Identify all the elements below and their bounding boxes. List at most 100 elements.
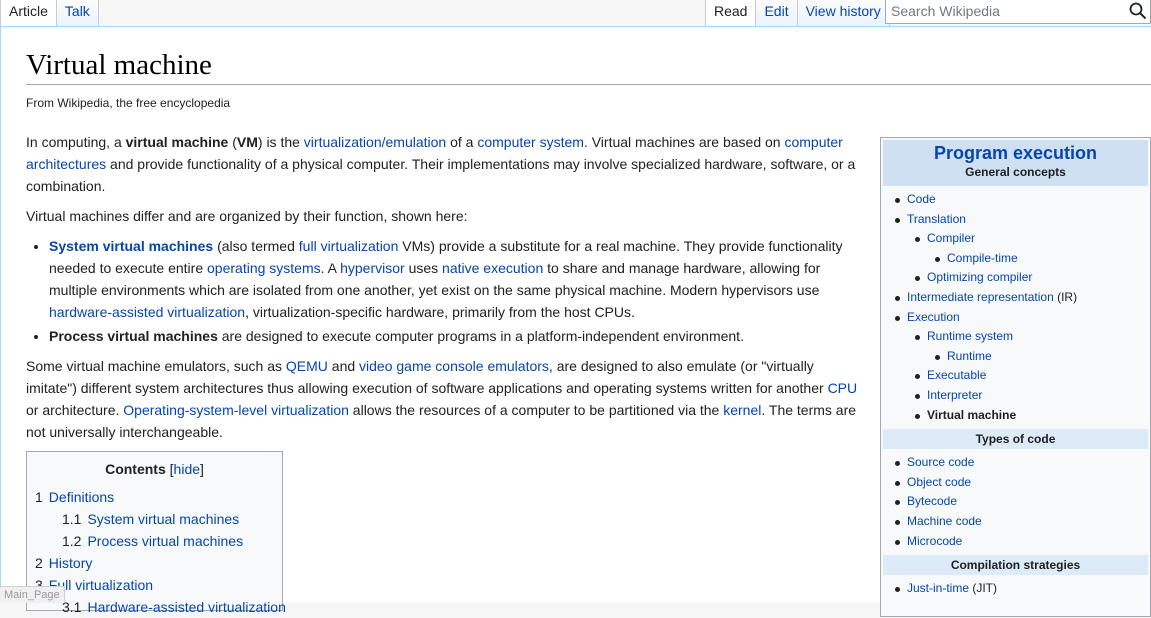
navbox-item[interactable]: Intermediate representation (IR) (881, 288, 1150, 308)
toc-item[interactable]: 1 Definitions (27, 486, 282, 508)
navbox-item[interactable]: Executable (881, 366, 1150, 386)
current-page-label: Virtual machine (927, 407, 1017, 422)
navbox-link[interactable]: Execution (907, 310, 960, 324)
bold-term: Process virtual machines (49, 328, 218, 344)
toc-number: 1 (35, 489, 43, 505)
link-virtualization-emulation[interactable]: virtualization/emulation (304, 134, 446, 150)
link-video-game-console-emulators[interactable]: video game console emulators (359, 358, 549, 374)
navbox-item[interactable]: Bytecode (881, 492, 1150, 512)
navbox-item[interactable]: Machine code (881, 512, 1150, 532)
toc-item[interactable]: 1.2 Process virtual machines (27, 530, 282, 552)
search-icon[interactable] (1128, 1, 1148, 21)
navbox-link[interactable]: Code (907, 192, 936, 206)
navbox-item[interactable]: Just-in-time (JIT) (881, 579, 1150, 599)
tab-bar: Article Talk Read Edit View history (0, 0, 1151, 27)
paragraph: Virtual machines differ and are organize… (26, 208, 468, 224)
namespace-tabs: Article Talk (0, 0, 99, 27)
toc-list: 1 Definitions 1.1 System virtual machines … (27, 486, 286, 618)
navbox-link[interactable]: Translation (907, 212, 966, 226)
tab-article[interactable]: Article (0, 0, 57, 27)
toc-link[interactable]: Process virtual machines (87, 533, 243, 549)
bracket: ] (200, 461, 204, 477)
navbox-link[interactable]: Runtime system (927, 329, 1013, 343)
intro-paragraph: In computing, a virtual machine (VM) is … (26, 131, 864, 197)
toc-hide-toggle[interactable]: hide (174, 461, 200, 477)
text: and provide functionality of a physical … (26, 156, 856, 194)
navbox-item[interactable]: Microcode (881, 532, 1150, 552)
navbox-link[interactable]: Compiler (927, 231, 975, 245)
article-body: In computing, a virtual machine (VM) is … (26, 131, 864, 451)
link-qemu[interactable]: QEMU (286, 358, 328, 374)
toc-link[interactable]: Definitions (49, 489, 114, 505)
navbox-item[interactable]: Translation (881, 210, 1150, 230)
link-hardware-assisted-virtualization[interactable]: hardware-assisted virtualization (49, 304, 245, 320)
toc-item[interactable]: 3 Full virtualization (27, 574, 282, 596)
navbox-link[interactable]: Optimizing compiler (927, 270, 1032, 284)
link-native-execution[interactable]: native execution (442, 260, 543, 276)
navbox-item[interactable]: Runtime system (881, 327, 1150, 347)
navbox-item[interactable]: Optimizing compiler (881, 268, 1150, 288)
view-tabs: Read Edit View history (705, 0, 890, 27)
navbox-title: Program execution General concepts (883, 140, 1148, 186)
text: are designed to execute computer program… (217, 328, 744, 344)
navbox-item[interactable]: Execution (881, 308, 1150, 328)
navbox-link[interactable]: Object code (907, 475, 971, 489)
toc-item[interactable]: 3.1 Hardware-assisted virtualization (27, 596, 286, 618)
link-full-virtualization[interactable]: full virtualization (299, 238, 399, 254)
navbox-list: Code Translation Compiler Compile-time O… (881, 190, 1150, 425)
toc-link[interactable]: History (49, 555, 93, 571)
toc-number: 1.2 (62, 533, 82, 549)
link-cpu[interactable]: CPU (828, 380, 858, 396)
toc-title: Contents (105, 461, 166, 477)
text: uses (404, 260, 443, 276)
navbox-item[interactable]: Runtime (881, 347, 1150, 367)
section-heading: General concepts (965, 165, 1066, 179)
list-item: System virtual machines (also termed ful… (49, 235, 864, 323)
navbox-link[interactable]: Compile-time (947, 251, 1018, 265)
navbox-item[interactable]: Compiler (881, 229, 1150, 249)
navbox-link[interactable]: Source code (907, 455, 974, 469)
text: (IR) (1053, 289, 1078, 304)
navbox-link[interactable]: Bytecode (907, 494, 957, 508)
navbox-link[interactable]: Executable (927, 368, 986, 382)
link-computer-system[interactable]: computer system (477, 134, 584, 150)
navbox-list: Just-in-time (JIT) (881, 579, 1150, 599)
link-kernel[interactable]: kernel (723, 402, 761, 418)
navbox-item[interactable]: Interpreter (881, 386, 1150, 406)
toc-link[interactable]: Hardware-assisted virtualization (87, 599, 285, 615)
navbox-link[interactable]: Microcode (907, 534, 962, 548)
navbox-item[interactable]: Object code (881, 473, 1150, 493)
site-tagline: From Wikipedia, the free encyclopedia (26, 96, 231, 110)
tab-read[interactable]: Read (705, 0, 757, 27)
navbox-program-execution: Program execution General concepts Code … (880, 137, 1151, 617)
navbox-link[interactable]: Intermediate representation (907, 290, 1054, 304)
link-operating-systems[interactable]: operating systems (207, 260, 321, 276)
link-system-virtual-machines[interactable]: System virtual machines (49, 238, 213, 254)
text: (JIT) (969, 581, 998, 596)
search-input[interactable] (886, 0, 1131, 22)
navbox-link[interactable]: Machine code (907, 514, 982, 528)
navbox-link[interactable]: Interpreter (927, 388, 982, 402)
text: ) is the (257, 134, 304, 150)
navbox-title-link[interactable]: Program execution (934, 143, 1097, 163)
link-os-level-virtualization[interactable]: Operating-system-level virtualization (123, 402, 349, 418)
navbox-item[interactable]: Compile-time (881, 249, 1150, 269)
page-title: Virtual machine (26, 49, 212, 81)
list-item: Process virtual machines are designed to… (49, 325, 864, 347)
navbox-link[interactable]: Just-in-time (907, 581, 969, 595)
navbox-item[interactable]: Code (881, 190, 1150, 210)
toc-number: 2 (35, 555, 43, 571)
text: , virtualization-specific hardware, prim… (245, 304, 635, 320)
toc-item[interactable]: 1.1 System virtual machines (27, 508, 282, 530)
navbox-link[interactable]: Runtime (947, 349, 992, 363)
toc-link[interactable]: System virtual machines (87, 511, 239, 527)
tab-view-history[interactable]: View history (797, 0, 890, 27)
bold-term: virtual machine (125, 134, 229, 150)
toc-item[interactable]: 2 History (27, 552, 282, 574)
text: of a (446, 134, 478, 150)
tab-edit[interactable]: Edit (756, 0, 798, 27)
navbox-list: Source code Object code Bytecode Machine… (881, 453, 1150, 551)
link-hypervisor[interactable]: hypervisor (340, 260, 405, 276)
navbox-item[interactable]: Source code (881, 453, 1150, 473)
tab-talk[interactable]: Talk (56, 0, 99, 27)
